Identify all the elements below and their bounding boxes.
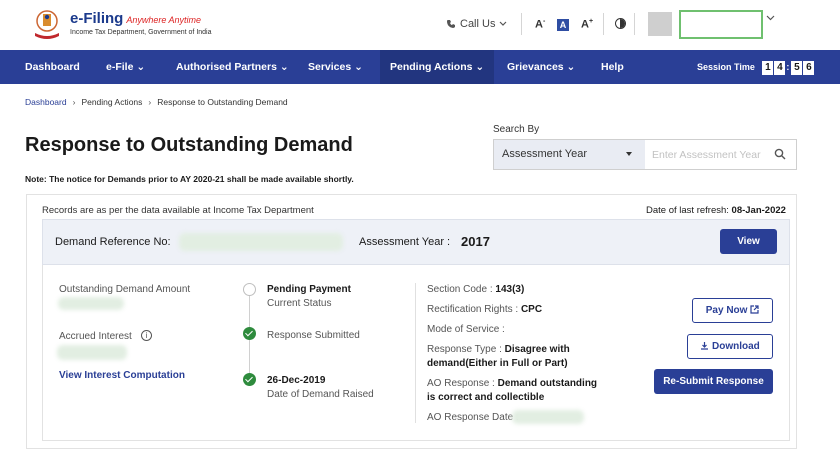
chevron-down-icon: ⌄ — [136, 61, 146, 73]
redacted-value — [58, 297, 124, 310]
search-type-select[interactable]: Assessment Year — [494, 140, 645, 169]
page-title: Response to Outstanding Demand — [25, 134, 353, 156]
chevron-down-icon[interactable] — [766, 15, 775, 21]
chevron-down-icon: ⌄ — [354, 61, 363, 73]
redacted-value — [57, 345, 127, 360]
timeline-pending-icon — [243, 283, 256, 296]
refresh-date: 08-Jan-2022 — [731, 205, 786, 216]
info-icon[interactable]: i — [141, 330, 152, 341]
response-type-row: Response Type : Disagree with — [427, 344, 570, 355]
search-type-value: Assessment Year — [502, 148, 587, 160]
nav-authorised-partners[interactable]: Authorised Partners ⌄ — [176, 50, 289, 84]
ao-response-value: Demand outstanding — [497, 378, 598, 389]
search-by-label: Search By — [493, 124, 540, 135]
nav-grievances[interactable]: Grievances ⌄ — [507, 50, 575, 84]
breadcrumb: Dashboard › Pending Actions › Response to Ou… — [25, 97, 288, 107]
contrast-toggle-icon[interactable] — [615, 18, 626, 29]
timeline-title: Pending Payment — [267, 284, 351, 295]
session-digit: 6 — [803, 61, 815, 75]
assessment-year-value: 2017 — [461, 234, 490, 249]
accrued-interest-label: Accrued Interest — [59, 331, 132, 342]
logo-title: e-Filing Anywhere Anytime — [70, 10, 202, 27]
divider — [415, 283, 416, 423]
outstanding-demand-label: Outstanding Demand Amount — [59, 284, 191, 295]
emblem-icon — [35, 10, 59, 39]
resubmit-response-button[interactable]: Re-Submit Response — [654, 369, 773, 394]
view-button[interactable]: View — [720, 229, 777, 254]
pay-now-button[interactable]: Pay Now — [692, 298, 773, 323]
ao-response-value-cont: is correct and collectible — [427, 392, 545, 403]
timeline-subtitle: Current Status — [267, 298, 332, 309]
nav-pending-actions[interactable]: Pending Actions ⌄ — [380, 50, 495, 84]
records-note: Records are as per the data available at… — [42, 205, 314, 216]
section-code-row: Section Code : 143(3) — [427, 284, 525, 295]
ao-response-row: AO Response : Demand outstanding — [427, 378, 598, 389]
rectification-rights-value: CPC — [520, 304, 543, 315]
rectification-rights-row: Rectification Rights : CPC — [427, 304, 543, 315]
response-type-value-cont: demand(Either in Full or Part) — [427, 358, 568, 369]
efiling-logo[interactable]: e-Filing Anywhere Anytime Income Tax Depa… — [30, 7, 212, 41]
last-refresh: Date of last refresh: 08-Jan-2022 — [646, 205, 786, 216]
timeline-subtitle: Response Submitted — [267, 330, 360, 341]
search-input[interactable] — [646, 140, 764, 169]
ao-response-date-label: AO Response Date : — [427, 412, 519, 423]
download-icon — [701, 342, 709, 350]
main-nav: Dashboard e-File ⌄ Authorised Partners ⌄… — [0, 50, 840, 84]
check-icon — [243, 373, 256, 386]
logo-tagline: Anywhere Anytime — [126, 15, 202, 25]
section-code-value: 143(3) — [495, 284, 525, 295]
session-timer: Session Time 14:56 — [697, 50, 815, 84]
search-icon[interactable] — [774, 148, 786, 160]
logo-subtitle: Income Tax Department, Government of Ind… — [70, 29, 212, 36]
view-interest-computation-link[interactable]: View Interest Computation — [59, 370, 185, 381]
session-label: Session Time — [697, 62, 755, 72]
session-digit: 1 — [762, 61, 774, 75]
breadcrumb-pending-actions[interactable]: Pending Actions — [81, 97, 142, 107]
timeline-title: 26-Dec-2019 — [267, 375, 326, 386]
assessment-year-label: Assessment Year : — [359, 236, 451, 248]
demand-header: Demand Reference No: Assessment Year : 2… — [42, 219, 790, 265]
nav-efile[interactable]: e-File ⌄ — [106, 50, 145, 84]
call-us-label: Call Us — [460, 18, 496, 30]
session-digit: 4 — [774, 61, 786, 75]
response-type-value: Disagree with — [504, 344, 570, 355]
chevron-down-icon — [500, 21, 507, 26]
font-default-button[interactable]: A — [557, 19, 569, 31]
nav-help[interactable]: Help — [601, 50, 624, 84]
mode-of-service-label: Mode of Service : — [427, 324, 505, 335]
download-button[interactable]: Download — [687, 334, 773, 359]
breadcrumb-dashboard[interactable]: Dashboard — [25, 97, 67, 107]
chevron-down-icon: ⌄ — [566, 61, 576, 73]
breadcrumb-separator: › — [148, 97, 152, 107]
chevron-down-icon: ⌄ — [279, 61, 289, 73]
divider — [603, 13, 604, 35]
divider — [634, 13, 635, 35]
external-link-icon — [750, 305, 759, 314]
nav-dashboard[interactable]: Dashboard — [25, 50, 80, 84]
breadcrumb-current: Response to Outstanding Demand — [157, 97, 288, 107]
user-name-box[interactable] — [679, 10, 763, 39]
timeline-subtitle: Date of Demand Raised — [267, 389, 374, 400]
font-decrease-button[interactable]: A- — [535, 18, 545, 31]
nav-services[interactable]: Services ⌄ — [308, 50, 363, 84]
phone-icon — [447, 20, 455, 28]
top-header: e-Filing Anywhere Anytime Income Tax Depa… — [0, 0, 840, 50]
call-us-dropdown[interactable]: Call Us — [446, 18, 507, 30]
session-digit: 5 — [791, 61, 803, 75]
demand-note: Note: The notice for Demands prior to AY… — [25, 174, 354, 184]
check-icon — [243, 327, 256, 340]
chevron-down-icon: ⌄ — [475, 61, 485, 73]
font-increase-button[interactable]: A+ — [581, 18, 593, 31]
avatar[interactable] — [648, 12, 672, 36]
breadcrumb-separator: › — [72, 97, 76, 107]
divider — [521, 13, 522, 35]
demand-reference-label: Demand Reference No: — [55, 236, 171, 248]
search-bar: Assessment Year — [493, 139, 797, 170]
redacted-value — [179, 233, 343, 251]
redacted-value — [512, 410, 584, 424]
caret-down-icon — [626, 152, 632, 156]
